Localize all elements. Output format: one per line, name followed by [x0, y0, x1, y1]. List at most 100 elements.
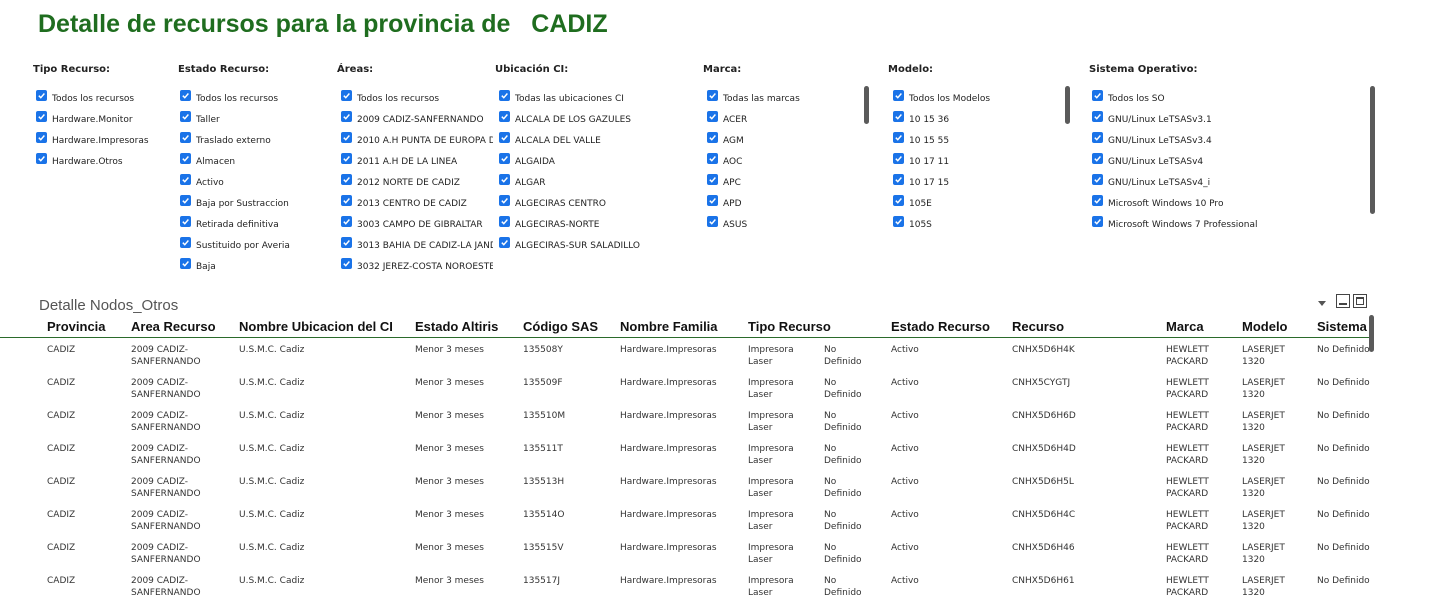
filter-option[interactable]: Hardware.Impresoras	[36, 130, 171, 151]
checkbox-checked-icon[interactable]	[180, 195, 191, 206]
checkbox-checked-icon[interactable]	[1092, 132, 1103, 143]
filter-option[interactable]: Todos los recursos	[36, 88, 171, 109]
filter-option[interactable]: 105E	[893, 193, 1063, 214]
column-header-recurso[interactable]: Recurso	[1012, 319, 1064, 334]
filter-option[interactable]: Almacen	[180, 151, 315, 172]
checkbox-checked-icon[interactable]	[180, 237, 191, 248]
filter-option[interactable]: ALGAR	[499, 172, 679, 193]
filter-option[interactable]: AOC	[707, 151, 857, 172]
checkbox-checked-icon[interactable]	[893, 111, 904, 122]
filter-option[interactable]: Baja	[180, 256, 315, 277]
checkbox-checked-icon[interactable]	[341, 258, 352, 269]
checkbox-checked-icon[interactable]	[893, 216, 904, 227]
checkbox-checked-icon[interactable]	[893, 174, 904, 185]
checkbox-checked-icon[interactable]	[341, 216, 352, 227]
checkbox-checked-icon[interactable]	[1092, 111, 1103, 122]
filter-option[interactable]: Hardware.Monitor	[36, 109, 171, 130]
checkbox-checked-icon[interactable]	[707, 111, 718, 122]
filter-option[interactable]: Microsoft Windows 7 Professional	[1092, 214, 1362, 235]
table-row[interactable]: CADIZ 2009 CADIZ- SANFERNANDO U.S.M.C. Cadi…	[0, 542, 1370, 575]
checkbox-checked-icon[interactable]	[36, 111, 47, 122]
chevron-down-icon[interactable]	[1318, 301, 1326, 306]
filter-option[interactable]: Baja por Sustraccion	[180, 193, 315, 214]
filter-option[interactable]: ACER	[707, 109, 857, 130]
filter-option[interactable]: ALGAIDA	[499, 151, 679, 172]
checkbox-checked-icon[interactable]	[893, 90, 904, 101]
filter-option[interactable]: Sustituido por Averia	[180, 235, 315, 256]
table-row[interactable]: CADIZ 2009 CADIZ- SANFERNANDO U.S.M.C. Cadi…	[0, 476, 1370, 509]
column-header-provincia[interactable]: Provincia	[47, 319, 106, 334]
checkbox-checked-icon[interactable]	[707, 90, 718, 101]
checkbox-checked-icon[interactable]	[499, 174, 510, 185]
checkbox-checked-icon[interactable]	[499, 111, 510, 122]
filter-option[interactable]: ALGECIRAS CENTRO	[499, 193, 679, 214]
checkbox-checked-icon[interactable]	[499, 216, 510, 227]
filter-option[interactable]: ALCALA DE LOS GAZULES	[499, 109, 679, 130]
table-row[interactable]: CADIZ 2009 CADIZ- SANFERNANDO U.S.M.C. Cadi…	[0, 509, 1370, 542]
checkbox-checked-icon[interactable]	[499, 195, 510, 206]
column-header-codigo-sas[interactable]: Código SAS	[523, 319, 598, 334]
checkbox-checked-icon[interactable]	[341, 111, 352, 122]
filter-option[interactable]: AGM	[707, 130, 857, 151]
modelo-scrollbar[interactable]	[1065, 86, 1070, 124]
filter-option[interactable]: GNU/Linux LeTSASv4_i	[1092, 172, 1362, 193]
table-scrollbar[interactable]	[1369, 315, 1374, 352]
column-header-estado-altiris[interactable]: Estado Altiris	[415, 319, 498, 334]
checkbox-checked-icon[interactable]	[341, 132, 352, 143]
checkbox-checked-icon[interactable]	[180, 90, 191, 101]
checkbox-checked-icon[interactable]	[893, 195, 904, 206]
filter-option[interactable]: Todas las ubicaciones CI	[499, 88, 679, 109]
checkbox-checked-icon[interactable]	[180, 132, 191, 143]
maximize-icon[interactable]	[1353, 294, 1367, 308]
checkbox-checked-icon[interactable]	[341, 195, 352, 206]
filter-option[interactable]: 2013 CENTRO DE CADIZ	[341, 193, 493, 214]
column-header-sistema[interactable]: Sistema O	[1317, 319, 1370, 334]
checkbox-checked-icon[interactable]	[180, 258, 191, 269]
checkbox-checked-icon[interactable]	[1092, 216, 1103, 227]
checkbox-checked-icon[interactable]	[341, 90, 352, 101]
checkbox-checked-icon[interactable]	[1092, 195, 1103, 206]
filter-option[interactable]: ASUS	[707, 214, 857, 235]
filter-option[interactable]: 3003 CAMPO DE GIBRALTAR	[341, 214, 493, 235]
checkbox-checked-icon[interactable]	[1092, 174, 1103, 185]
minimize-icon[interactable]	[1336, 294, 1350, 308]
checkbox-checked-icon[interactable]	[180, 174, 191, 185]
filter-option[interactable]: 3032 JEREZ-COSTA NOROESTE	[341, 256, 493, 277]
filter-option[interactable]: 2009 CADIZ-SANFERNANDO	[341, 109, 493, 130]
checkbox-checked-icon[interactable]	[341, 153, 352, 164]
filter-option[interactable]: Todos los Modelos	[893, 88, 1063, 109]
checkbox-checked-icon[interactable]	[707, 132, 718, 143]
filter-option[interactable]: 2011 A.H DE LA LINEA	[341, 151, 493, 172]
checkbox-checked-icon[interactable]	[180, 216, 191, 227]
checkbox-checked-icon[interactable]	[499, 153, 510, 164]
checkbox-checked-icon[interactable]	[893, 132, 904, 143]
checkbox-checked-icon[interactable]	[341, 237, 352, 248]
checkbox-checked-icon[interactable]	[707, 174, 718, 185]
column-header-area-recurso[interactable]: Area Recurso	[131, 319, 216, 334]
filter-option[interactable]: Todos los recursos	[341, 88, 493, 109]
filter-option[interactable]: Todos los recursos	[180, 88, 315, 109]
marca-scrollbar[interactable]	[864, 86, 869, 124]
checkbox-checked-icon[interactable]	[341, 174, 352, 185]
column-header-estado-recurso[interactable]: Estado Recurso	[891, 319, 990, 334]
filter-option[interactable]: 10 17 15	[893, 172, 1063, 193]
column-header-marca[interactable]: Marca	[1166, 319, 1204, 334]
table-row[interactable]: CADIZ 2009 CADIZ- SANFERNANDO U.S.M.C. Cadi…	[0, 344, 1370, 377]
checkbox-checked-icon[interactable]	[36, 90, 47, 101]
filter-option[interactable]: ALGECIRAS-NORTE	[499, 214, 679, 235]
table-row[interactable]: CADIZ 2009 CADIZ- SANFERNANDO U.S.M.C. Cadi…	[0, 410, 1370, 443]
checkbox-checked-icon[interactable]	[180, 111, 191, 122]
column-header-modelo[interactable]: Modelo	[1242, 319, 1288, 334]
checkbox-checked-icon[interactable]	[1092, 153, 1103, 164]
filter-option[interactable]: 10 17 11	[893, 151, 1063, 172]
filter-option[interactable]: GNU/Linux LeTSASv3.1	[1092, 109, 1362, 130]
filter-option[interactable]: Retirada definitiva	[180, 214, 315, 235]
filter-option[interactable]: Todas las marcas	[707, 88, 857, 109]
checkbox-checked-icon[interactable]	[180, 153, 191, 164]
filter-option[interactable]: 2010 A.H PUNTA DE EUROPA DE A	[341, 130, 493, 151]
checkbox-checked-icon[interactable]	[499, 237, 510, 248]
filter-option[interactable]: Hardware.Otros	[36, 151, 171, 172]
filter-option[interactable]: Todos los SO	[1092, 88, 1362, 109]
table-row[interactable]: CADIZ 2009 CADIZ- SANFERNANDO U.S.M.C. Cadi…	[0, 443, 1370, 476]
checkbox-checked-icon[interactable]	[1092, 90, 1103, 101]
